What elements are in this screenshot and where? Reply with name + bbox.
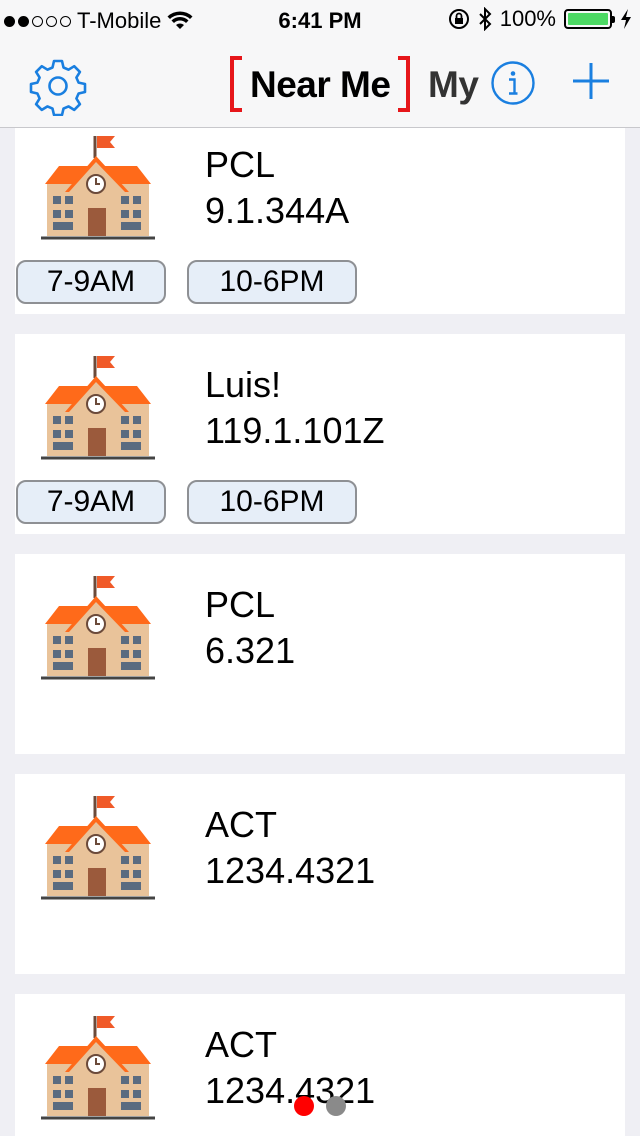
school-code: 9.1.344A [205,190,350,231]
school-code: 1234.4321 [205,850,376,891]
school-icon [41,356,155,460]
hours-pill[interactable]: 7-9AM [16,480,166,524]
school-code: 6.321 [205,630,296,671]
hours-pill[interactable]: 10-6PM [187,480,357,524]
orientation-lock-icon [448,9,469,29]
list-item[interactable]: Luis! 119.1.101Z 7-9AM 10-6PM [15,334,625,534]
page-indicator[interactable] [294,1096,346,1116]
status-bar: T-Mobile 6:41 PM 100% [0,0,640,40]
school-name: PCL [205,584,276,625]
school-name: ACT [205,1024,277,1065]
settings-button[interactable] [28,56,88,117]
info-icon [491,61,535,105]
gear-icon [29,59,87,117]
list-item[interactable]: PCL 9.1.344A 7-9AM 10-6PM [15,128,625,314]
add-button[interactable] [570,60,612,102]
selected-bracket-left [230,56,242,112]
school-icon [41,1016,155,1120]
navigation-bar: Near Me My [0,40,640,128]
battery-percent: 100% [499,6,556,31]
list-item[interactable]: PCL 6.321 [15,554,625,754]
school-list[interactable]: PCL 9.1.344A 7-9AM 10-6PM Luis! 119.1.10… [0,128,640,1136]
status-right: 100% [448,6,632,32]
tab-my-label: My [428,64,479,105]
school-name: Luis! [205,364,282,405]
tab-near-me-label: Near Me [250,64,391,105]
school-code: 119.1.101Z [205,410,385,451]
battery-icon [564,9,615,29]
school-name: ACT [205,804,277,845]
tab-near-me[interactable]: Near Me [230,56,410,112]
hours-pill[interactable]: 7-9AM [16,260,166,304]
school-icon [41,796,155,900]
plus-icon [573,63,609,99]
page-dot[interactable] [326,1096,346,1116]
charging-icon [621,9,631,29]
battery-level [568,13,608,25]
selected-bracket-right [398,56,410,112]
hours-pill[interactable]: 10-6PM [187,260,357,304]
info-button[interactable] [490,60,536,106]
page-dot-active[interactable] [294,1096,314,1116]
tab-my[interactable]: My [428,64,479,106]
list-item[interactable]: ACT 1234.4321 [15,774,625,974]
school-icon [41,136,155,240]
bluetooth-icon [479,7,492,31]
school-name: PCL [205,144,276,185]
school-code: 1234.4321 [205,1070,376,1111]
school-icon [41,576,155,680]
